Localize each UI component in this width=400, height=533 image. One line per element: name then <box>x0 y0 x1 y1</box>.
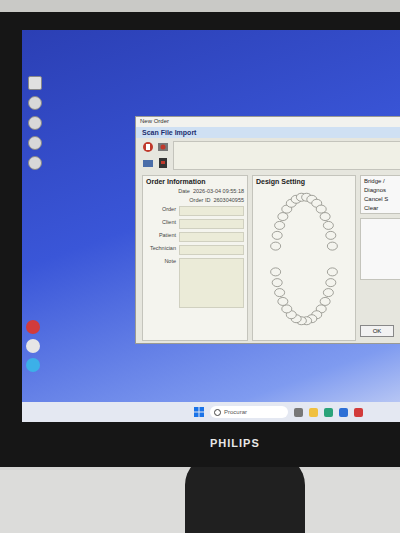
tooth-icon[interactable] <box>327 242 337 250</box>
form-row: Order <box>146 206 244 216</box>
app-icon[interactable] <box>26 358 40 372</box>
app-icon[interactable] <box>28 116 42 130</box>
field-label: Note <box>146 258 176 264</box>
desktop: New OrderScan File Import Order Informati… <box>22 30 400 422</box>
tooth-icon[interactable] <box>271 268 281 276</box>
tooth-icon[interactable] <box>323 221 333 229</box>
tooth-icon[interactable] <box>282 305 292 313</box>
tooth-icon[interactable] <box>327 268 337 276</box>
date-value: 2026-03-04 09:55:18 <box>193 188 244 194</box>
search-box[interactable]: Procurar <box>210 406 288 418</box>
form-row: Note <box>146 258 244 308</box>
search-icon <box>214 409 221 416</box>
app-icon[interactable] <box>28 156 42 170</box>
form-row: Patient <box>146 232 244 242</box>
order-info-panel: Order Information Date2026-03-04 09:55:18… <box>142 175 248 341</box>
scan-toolbar <box>136 138 400 173</box>
date-label: Date <box>178 188 190 194</box>
app-icon[interactable] <box>354 408 363 417</box>
tooth-icon[interactable] <box>275 221 285 229</box>
text-field[interactable] <box>179 258 244 308</box>
order-id-value: 2603040955 <box>213 197 244 203</box>
order-dialog: New OrderScan File Import Order Informati… <box>135 116 400 344</box>
file-icon[interactable] <box>157 157 169 169</box>
folder-icon[interactable] <box>309 408 318 417</box>
field-label: Client <box>146 219 176 225</box>
taskbar: Procurar <box>22 402 400 422</box>
folder-icon[interactable] <box>142 157 154 169</box>
order-id-row: Order ID2603040955 <box>146 197 244 203</box>
field-label: Order <box>146 206 176 212</box>
app-icon[interactable] <box>28 136 42 150</box>
dialog-body: Order Information Date2026-03-04 09:55:18… <box>136 173 400 343</box>
text-field[interactable] <box>179 245 244 255</box>
tooth-icon[interactable] <box>320 297 330 305</box>
panel-title: Design Setting <box>256 178 352 185</box>
form-row: Technician <box>146 245 244 255</box>
tooth-icon[interactable] <box>316 205 326 213</box>
app-icon[interactable] <box>339 408 348 417</box>
app-icon[interactable] <box>28 76 42 90</box>
date-row: Date2026-03-04 09:55:18 <box>146 188 244 194</box>
option-item[interactable]: Bridge / <box>364 178 400 184</box>
title-bar: New Order <box>136 117 400 127</box>
tooth-icon[interactable] <box>323 289 333 297</box>
button-row: OK <box>360 325 400 341</box>
order-id-label: Order ID <box>189 197 210 203</box>
windows-icon[interactable] <box>194 407 204 417</box>
app-icon[interactable] <box>28 96 42 110</box>
form-row: Client <box>146 219 244 229</box>
desktop-icons <box>28 76 42 170</box>
tooth-icon[interactable] <box>326 279 336 287</box>
options-panel: Bridge / Diagnos Cancel S Clear <box>360 175 400 214</box>
field-label: Technician <box>146 245 176 251</box>
option-item[interactable]: Diagnos <box>364 187 400 193</box>
tooth-icon[interactable] <box>278 297 288 305</box>
side-dock <box>26 320 40 372</box>
tooth-chart <box>256 185 352 331</box>
app-icon[interactable] <box>26 339 40 353</box>
section-header: Scan File Import <box>136 127 400 138</box>
design-panel: Design Setting <box>252 175 356 341</box>
tooth-icon[interactable] <box>271 242 281 250</box>
app-icon[interactable] <box>294 408 303 417</box>
scan-file-list[interactable] <box>173 141 400 170</box>
text-field[interactable] <box>179 206 244 216</box>
field-label: Patient <box>146 232 176 238</box>
browser-icon[interactable] <box>324 408 333 417</box>
monitor: New OrderScan File Import Order Informati… <box>0 12 400 467</box>
scan-import-icon[interactable] <box>142 141 154 153</box>
option-item[interactable]: Clear <box>364 205 400 211</box>
monitor-brand: PHILIPS <box>210 437 260 449</box>
tooth-icon[interactable] <box>320 213 330 221</box>
model-icon[interactable] <box>157 141 169 153</box>
photo-scene: New OrderScan File Import Order Informati… <box>0 0 400 533</box>
tooth-chart-icon <box>264 187 344 331</box>
ok-button[interactable]: OK <box>360 325 394 337</box>
tooth-icon[interactable] <box>278 213 288 221</box>
options-column: Bridge / Diagnos Cancel S Clear OK <box>360 175 400 341</box>
tooth-icon[interactable] <box>272 279 282 287</box>
tooth-icon[interactable] <box>275 289 285 297</box>
tooth-icon[interactable] <box>326 231 336 239</box>
options-box <box>360 218 400 280</box>
tooth-icon[interactable] <box>272 231 282 239</box>
text-field[interactable] <box>179 232 244 242</box>
icon-grid <box>142 141 169 170</box>
panel-title: Order Information <box>146 178 244 185</box>
text-field[interactable] <box>179 219 244 229</box>
option-item[interactable]: Cancel S <box>364 196 400 202</box>
search-placeholder: Procurar <box>224 409 247 415</box>
app-icon[interactable] <box>26 320 40 334</box>
